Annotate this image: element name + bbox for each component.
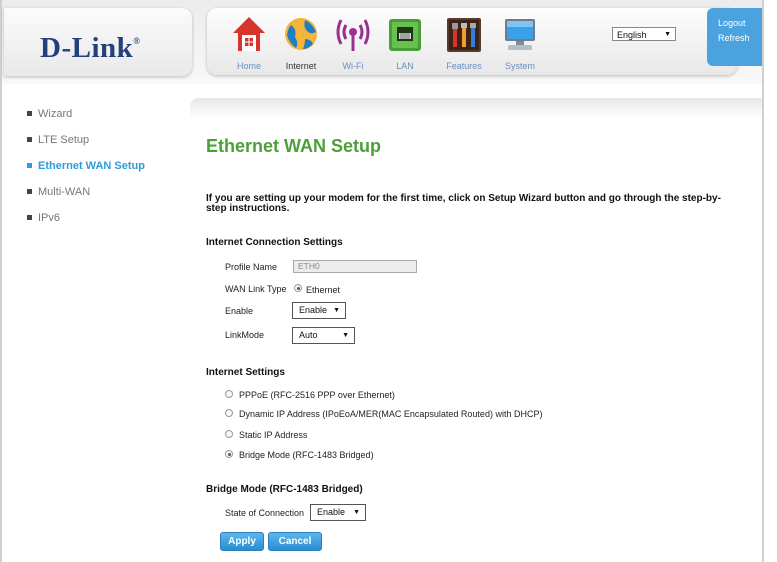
bridge-mode-heading: Bridge Mode (RFC-1483 Bridged) (206, 484, 363, 495)
wan-link-type-ethernet-radio[interactable] (294, 284, 302, 292)
main-nav: Home Internet Wi-Fi LAN Features System (207, 8, 737, 75)
nav-system[interactable]: System (494, 11, 546, 73)
pppoe-radio[interactable] (225, 390, 233, 398)
sidebar-item-multi-wan[interactable]: Multi-WAN (27, 186, 90, 198)
account-panel: Logout Refresh (707, 8, 762, 66)
nav-home[interactable]: Home (223, 11, 275, 73)
bridge-mode-label: Bridge Mode (RFC-1483 Bridged) (239, 450, 374, 460)
linkmode-label: LinkMode (225, 330, 265, 340)
nav-features-label: Features (446, 61, 482, 71)
computer-icon (505, 19, 535, 50)
wan-link-type-label: WAN Link Type (225, 284, 287, 294)
chevron-down-icon: ▼ (353, 509, 360, 516)
apply-button[interactable]: Apply (220, 532, 264, 551)
profile-name-field[interactable]: ETH0 (293, 260, 417, 273)
connection-settings-heading: Internet Connection Settings (206, 237, 343, 248)
sidebar-item-label: IPv6 (38, 212, 61, 224)
sidebar-item-wizard[interactable]: Wizard (27, 108, 72, 120)
refresh-link[interactable]: Refresh (718, 33, 750, 43)
page-border-left (0, 0, 2, 562)
bullet-icon (27, 188, 32, 194)
sidebar-item-label: Multi-WAN (38, 186, 91, 198)
sidebar-item-label: Wizard (38, 108, 73, 120)
page-title: Ethernet WAN Setup (206, 136, 382, 156)
nav-lan[interactable]: LAN (379, 11, 431, 73)
dlink-logo: D-Link® (40, 32, 141, 64)
bullet-icon (27, 214, 32, 220)
bullet-icon (27, 162, 32, 168)
page-border-right (762, 0, 764, 562)
logout-link[interactable]: Logout (718, 18, 746, 28)
sidebar-item-label: LTE Setup (38, 134, 90, 146)
static-ip-radio[interactable] (225, 430, 233, 438)
nav-system-label: System (504, 61, 535, 71)
home-icon (233, 17, 265, 51)
logo-panel: D-Link® (4, 8, 192, 76)
state-of-connection-select[interactable]: Enable ▼ (310, 504, 366, 521)
enable-label: Enable (225, 306, 254, 316)
nav-wifi[interactable]: Wi-Fi (327, 11, 379, 73)
bridge-mode-radio[interactable] (225, 450, 233, 458)
language-select[interactable]: English ▼ (612, 27, 676, 41)
nav-internet[interactable]: Internet (275, 11, 327, 73)
tools-icon (447, 18, 481, 52)
linkmode-select[interactable]: Auto ▼ (292, 327, 355, 344)
static-ip-label: Static IP Address (239, 430, 308, 440)
lan-icon (389, 19, 421, 51)
wifi-icon (336, 19, 370, 51)
profile-name-label: Profile Name (225, 262, 278, 272)
wan-link-type-value: Ethernet (306, 285, 341, 295)
bullet-icon (27, 136, 32, 142)
chevron-down-icon: ▼ (664, 31, 671, 38)
internet-settings-heading: Internet Settings (206, 367, 285, 378)
enable-select-value: Enable (299, 305, 328, 315)
chevron-down-icon: ▼ (333, 307, 340, 314)
nav-home-label: Home (236, 61, 261, 71)
cancel-button[interactable]: Cancel (268, 532, 322, 551)
state-of-connection-label: State of Connection (225, 508, 305, 518)
intro-text: If you are setting up your modem for the… (206, 193, 721, 214)
nav-wifi-label: Wi-Fi (342, 61, 364, 71)
sidebar-item-ipv6[interactable]: IPv6 (27, 212, 60, 224)
language-selected-value: English (617, 30, 647, 40)
sidebar-item-ethernet-wan-setup[interactable]: Ethernet WAN Setup (27, 160, 145, 172)
pppoe-label: PPPoE (RFC-2516 PPP over Ethernet) (239, 390, 395, 400)
bullet-icon (27, 110, 32, 116)
dynamic-ip-radio[interactable] (225, 409, 233, 417)
chevron-down-icon: ▼ (342, 332, 349, 339)
sidebar-item-lte-setup[interactable]: LTE Setup (27, 134, 89, 146)
nav-internet-label: Internet (285, 61, 317, 71)
linkmode-select-value: Auto (299, 330, 318, 340)
nav-lan-label: LAN (396, 61, 414, 71)
dynamic-ip-label: Dynamic IP Address (IPoEoA/MER(MAC Encap… (239, 409, 543, 419)
nav-features[interactable]: Features (438, 11, 490, 73)
state-of-connection-value: Enable (317, 507, 346, 517)
globe-icon (285, 18, 317, 50)
sidebar-item-label: Ethernet WAN Setup (38, 160, 145, 172)
enable-select[interactable]: Enable ▼ (292, 302, 346, 319)
